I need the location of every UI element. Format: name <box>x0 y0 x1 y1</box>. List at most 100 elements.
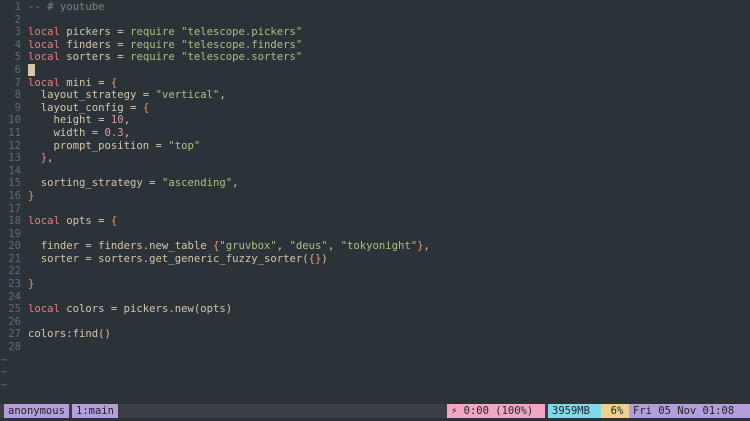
code-token: 10 <box>110 114 124 127</box>
code-text: local mini = { <box>28 77 117 89</box>
window-tab[interactable]: 1:main <box>72 404 118 418</box>
code-text: } <box>28 278 34 290</box>
code-token: local <box>28 215 60 228</box>
line-number: 10 <box>8 114 21 127</box>
line-number: 13 <box>8 152 21 165</box>
code-text: colors:find() <box>28 328 111 340</box>
memory-usage: 3959MB <box>548 404 606 418</box>
line-number: 14 <box>8 164 21 177</box>
line-number: 20 <box>8 240 21 253</box>
line-number: 22 <box>8 265 21 278</box>
code-text: } <box>28 190 34 202</box>
code-token: sorter = sorters.get_generic_fuzzy_sorte… <box>28 252 309 265</box>
code-text: local sorters = require "telescope.sorte… <box>28 51 302 63</box>
code-text <box>28 63 35 76</box>
empty-buffer-line: ~ <box>0 379 750 392</box>
code-line[interactable]: 15 sorting_strategy = "ascending", <box>0 177 750 190</box>
code-line[interactable]: 5 local sorters = require "telescope.sort… <box>0 51 750 64</box>
code-line[interactable]: 21 sorter = sorters.get_generic_fuzzy_so… <box>0 253 750 266</box>
clock: Fri 05 Nov 01:08 <box>629 404 750 418</box>
line-number: 24 <box>8 290 21 303</box>
session-name[interactable]: anonymous <box>4 404 69 418</box>
code-token: -- # youtube <box>28 1 105 13</box>
battery-status: ⚡ 0:00 (100%) <box>447 404 545 418</box>
code-line[interactable]: 26 <box>0 316 750 329</box>
text-cursor <box>28 63 35 76</box>
code-token: "tokyonight" <box>340 240 418 253</box>
code-token: } <box>28 278 35 291</box>
code-line[interactable]: 12 prompt_position = "top" <box>0 140 750 153</box>
code-token: pickers = <box>59 26 131 39</box>
code-text: prompt_position = "top" <box>28 139 201 152</box>
code-line[interactable]: 13 }, <box>0 152 750 165</box>
line-number: 21 <box>8 252 21 265</box>
tmux-status-bar: anonymous 1:main ⚡ 0:00 (100%) 3959MB 6%… <box>0 404 750 418</box>
code-text: layout_config = { <box>28 102 149 114</box>
code-line[interactable]: 25 local colors = pickers.new(opts) <box>0 303 750 316</box>
code-line[interactable]: 20 finder = finders.new_table {"gruvbox"… <box>0 240 750 253</box>
code-text: local colors = pickers.new(opts) <box>28 303 232 315</box>
code-token: ) <box>321 252 328 265</box>
code-text: height = 10, <box>28 114 131 127</box>
code-line[interactable]: 8 layout_strategy = "vertical", <box>0 89 750 102</box>
code-line[interactable]: 28 <box>0 341 750 354</box>
line-number: 1 <box>14 1 21 13</box>
line-number: 28 <box>8 341 21 354</box>
code-token: , <box>276 240 290 253</box>
code-token: , <box>123 114 131 127</box>
tilde-marker: ~ <box>1 366 8 379</box>
line-number: 17 <box>8 202 21 215</box>
code-line[interactable]: 16} <box>0 190 750 203</box>
code-line[interactable]: 27 colors:find() <box>0 328 750 341</box>
code-text: local opts = { <box>28 215 117 227</box>
code-token: "top" <box>168 139 201 152</box>
line-number: 26 <box>8 315 21 328</box>
code-token: local <box>28 38 60 51</box>
code-line[interactable]: 22 <box>0 265 750 278</box>
code-token: "deus" <box>289 240 328 253</box>
code-line[interactable]: 2 <box>0 14 750 27</box>
code-token: finder = finders.new_table <box>28 240 213 253</box>
code-token: width = <box>28 126 105 139</box>
code-token: prompt_position = <box>28 139 169 152</box>
tilde-marker: ~ <box>1 378 8 391</box>
code-token: sorters = <box>59 51 131 64</box>
terminal-window: 1 -- # youtube 2 3 local pickers = require "… <box>0 0 750 421</box>
code-token: layout_config = <box>28 101 143 114</box>
code-token: , <box>327 240 341 253</box>
code-line[interactable]: 18 local opts = { <box>0 215 750 228</box>
line-number: 8 <box>14 89 21 102</box>
code-line[interactable]: 23} <box>0 278 750 291</box>
code-line[interactable]: 1 -- # youtube <box>0 1 750 14</box>
code-token: sorting_strategy = <box>28 177 162 190</box>
code-token: layout_strategy = <box>28 89 156 102</box>
line-number: 25 <box>8 303 21 316</box>
code-line[interactable]: 11 width = 0.3, <box>0 127 750 140</box>
code-token: "gruvbox" <box>219 240 277 253</box>
code-line[interactable]: 4 local finders = require "telescope.find… <box>0 39 750 52</box>
code-line[interactable]: 17 <box>0 203 750 216</box>
code-line[interactable]: 19 <box>0 228 750 241</box>
code-token: mini = <box>59 76 111 89</box>
code-token: 0.3 <box>104 126 124 139</box>
code-line[interactable]: 3 local pickers = require "telescope.pick… <box>0 26 750 39</box>
code-token: } <box>28 189 35 202</box>
code-line[interactable]: 7 local mini = { <box>0 77 750 90</box>
code-text: -- # youtube <box>28 1 105 13</box>
code-token: { <box>142 101 150 114</box>
code-editor[interactable]: 1 -- # youtube 2 3 local pickers = require "… <box>0 1 750 391</box>
code-line[interactable]: 14 <box>0 165 750 178</box>
empty-buffer-line: ~ <box>0 354 750 367</box>
code-line[interactable]: 24 <box>0 291 750 304</box>
empty-buffer-line: ~ <box>0 366 750 379</box>
code-token: require <box>130 26 175 39</box>
code-line[interactable]: 10 height = 10, <box>0 114 750 127</box>
line-number: 12 <box>8 139 21 152</box>
code-line[interactable]: 9 layout_config = { <box>0 102 750 115</box>
code-token: "vertical" <box>155 89 220 102</box>
code-line[interactable]: 6 <box>0 63 750 77</box>
code-token: "ascending" <box>161 177 233 190</box>
code-token: { <box>110 76 118 89</box>
line-number: 27 <box>8 328 21 341</box>
code-token: local <box>28 51 60 64</box>
